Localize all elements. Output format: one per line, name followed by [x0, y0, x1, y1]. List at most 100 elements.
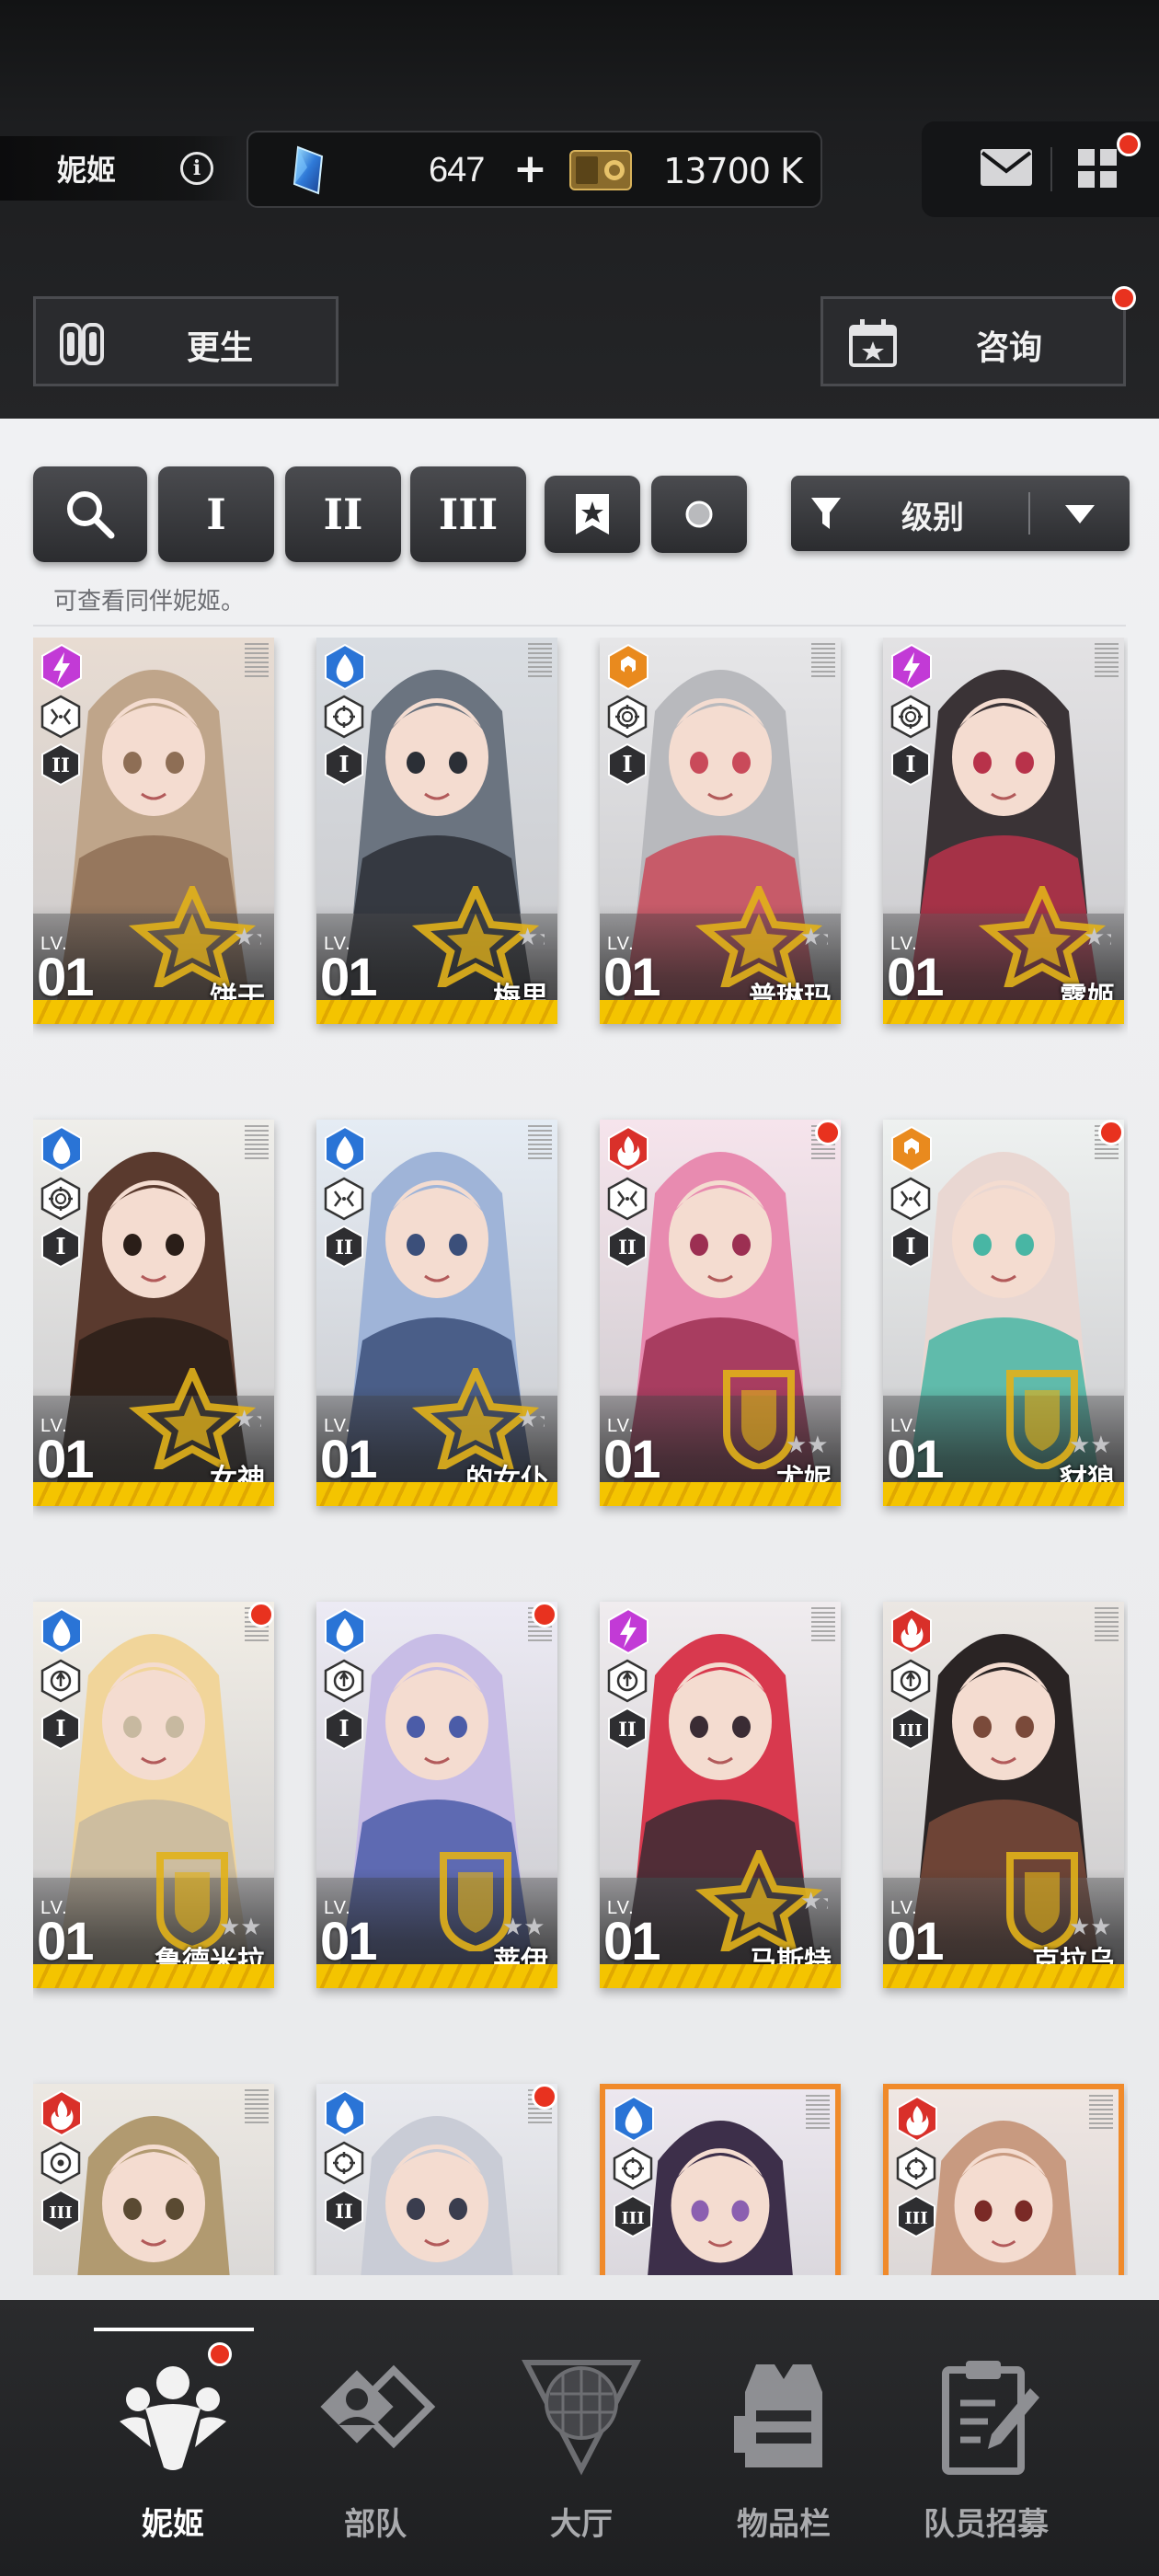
- burst-2-icon: II: [608, 1707, 647, 1751]
- burst-2-icon: II: [325, 2189, 363, 2233]
- consult-button[interactable]: 咨询: [820, 286, 1136, 386]
- add-gem-button[interactable]: +: [513, 145, 547, 192]
- nikke-card[interactable]: II: [316, 2084, 557, 2275]
- nikke-card[interactable]: ★★IILV.01的女仆: [316, 1120, 557, 1506]
- svg-text:III: III: [899, 1721, 922, 1741]
- card-level: 01: [320, 1430, 377, 1489]
- nav-recruit-label: 队员招募: [924, 2506, 1049, 2543]
- circle-icon: [685, 500, 713, 528]
- barcode-decoration: [245, 1125, 269, 1162]
- svg-text:I: I: [905, 1233, 915, 1259]
- rank-star-emblem: ★★: [411, 886, 545, 987]
- burst-2-icon: II: [41, 742, 80, 787]
- card-yellow-strip: [33, 1000, 274, 1024]
- card-level: 01: [603, 1912, 660, 1972]
- burst-3-icon: III: [614, 2194, 652, 2238]
- nikke-card[interactable]: ★★ I LV. 01 豺狼: [883, 1120, 1124, 1506]
- nikke-card[interactable]: ★★ILV.01梅里: [316, 638, 557, 1024]
- nikke-card[interactable]: ★★IILV.01马斯特: [600, 1602, 841, 1988]
- filter-toggle[interactable]: [651, 476, 747, 553]
- gem-icon: [293, 145, 324, 195]
- card-level: 01: [603, 1430, 660, 1489]
- svg-text:★★: ★★: [234, 924, 261, 951]
- rank-shield-emblem: ★★: [1006, 1852, 1111, 1951]
- card-level: 01: [37, 1430, 94, 1489]
- nikke-card[interactable]: ★★ILV.01露姬: [883, 638, 1124, 1024]
- nikke-card[interactable]: ★★ III LV. 01 克拉乌: [883, 1602, 1124, 1988]
- svg-text:III: III: [49, 2203, 72, 2223]
- element-water-icon: [614, 2095, 654, 2143]
- lobby-emblem-icon: [522, 2360, 641, 2476]
- element-wind-icon: [608, 643, 648, 691]
- barcode-decoration: [245, 2089, 269, 2126]
- nikke-card[interactable]: III: [33, 2084, 274, 2275]
- svg-text:★★: ★★: [219, 1914, 261, 1941]
- burst-3-icon: III: [41, 2189, 80, 2233]
- burst-1-icon: I: [325, 742, 363, 787]
- nikke-card[interactable]: III: [600, 2084, 841, 2275]
- weapon-mg-icon: [890, 1177, 931, 1221]
- credit-icon: [569, 150, 632, 190]
- player-name: 妮姬: [57, 153, 117, 188]
- search-button[interactable]: [33, 466, 147, 562]
- rank-star-emblem: ★★: [694, 1850, 828, 1951]
- svg-text:II: II: [335, 1236, 353, 1259]
- barcode-decoration: [528, 1125, 552, 1162]
- nikke-card[interactable]: III: [883, 2084, 1124, 2275]
- divider: [33, 625, 1126, 627]
- filter-burst-3[interactable]: III: [410, 466, 526, 562]
- nikke-card[interactable]: ★★ I LV. 01 鲁德米拉: [33, 1602, 274, 1988]
- element-fire-icon: [608, 1125, 648, 1173]
- element-electric-icon: [608, 1607, 648, 1655]
- svg-text:★★: ★★: [800, 1888, 828, 1915]
- filter-burst-1[interactable]: I: [158, 466, 274, 562]
- nikke-card[interactable]: ★★ILV.01普琳玛: [600, 638, 841, 1024]
- nav-lobby[interactable]: 大厅: [480, 2328, 683, 2567]
- card-yellow-strip: [33, 1482, 274, 1506]
- sort-dropdown[interactable]: 级别: [791, 476, 1130, 551]
- filter-burst-1-label: I: [206, 489, 226, 539]
- nav-nikke[interactable]: 妮姬: [72, 2328, 274, 2567]
- svg-text:II: II: [335, 2200, 353, 2223]
- nikke-card[interactable]: ★★IILV.01饼干: [33, 638, 274, 1024]
- nikke-card[interactable]: ★★ II LV. 01 尤妮: [600, 1120, 841, 1506]
- consult-notification-dot: [1112, 286, 1136, 310]
- burst-2-icon: II: [608, 1225, 647, 1269]
- squad-icon: [320, 2364, 436, 2449]
- burst-1-icon: I: [891, 742, 930, 787]
- rank-star-emblem: ★★: [694, 886, 828, 987]
- menu-grid-icon[interactable]: [1076, 147, 1119, 190]
- info-icon[interactable]: i: [180, 152, 213, 185]
- svg-text:★★: ★★: [1084, 924, 1111, 951]
- bottom-navigation: 妮姬 部队 大厅 物品栏 队员招募: [0, 2300, 1159, 2576]
- nav-squad[interactable]: 部队: [274, 2328, 476, 2567]
- svg-text:★★: ★★: [502, 1914, 545, 1941]
- mail-icon[interactable]: [979, 147, 1034, 188]
- weapon-sr-icon: [890, 695, 931, 739]
- nav-nikke-notification-dot: [208, 2342, 232, 2366]
- nav-inventory[interactable]: 物品栏: [683, 2328, 885, 2567]
- divider: [1028, 492, 1030, 535]
- nikke-card[interactable]: ★★ I LV. 01 莱伊: [316, 1602, 557, 1988]
- element-wind-icon: [891, 1125, 932, 1173]
- nikke-people-icon: [120, 2366, 226, 2470]
- rank-star-emblem: ★★: [128, 886, 261, 987]
- weapon-ar-icon: [324, 2141, 364, 2185]
- filter-favorite[interactable]: [545, 476, 640, 553]
- nav-squad-label: 部队: [344, 2506, 407, 2543]
- card-level: 01: [887, 948, 944, 1007]
- card-level: 01: [320, 948, 377, 1007]
- nav-recruit[interactable]: 队员招募: [885, 2328, 1087, 2567]
- barcode-decoration: [811, 643, 835, 680]
- top-header: 妮姬 i 647 + 13700 K 更生 咨询: [0, 0, 1159, 419]
- svg-text:III: III: [621, 2209, 644, 2228]
- bookmark-star-icon: [576, 494, 609, 535]
- weapon-mg-icon: [607, 1177, 648, 1221]
- player-name-pill[interactable]: 妮姬 i: [0, 136, 241, 201]
- rebirth-button[interactable]: 更生: [33, 296, 339, 386]
- nikke-card[interactable]: ★★ILV.01女神: [33, 1120, 274, 1506]
- svg-text:I: I: [339, 1715, 349, 1742]
- burst-1-icon: I: [325, 1707, 363, 1751]
- sort-label: 级别: [901, 500, 964, 536]
- filter-burst-2[interactable]: II: [285, 466, 401, 562]
